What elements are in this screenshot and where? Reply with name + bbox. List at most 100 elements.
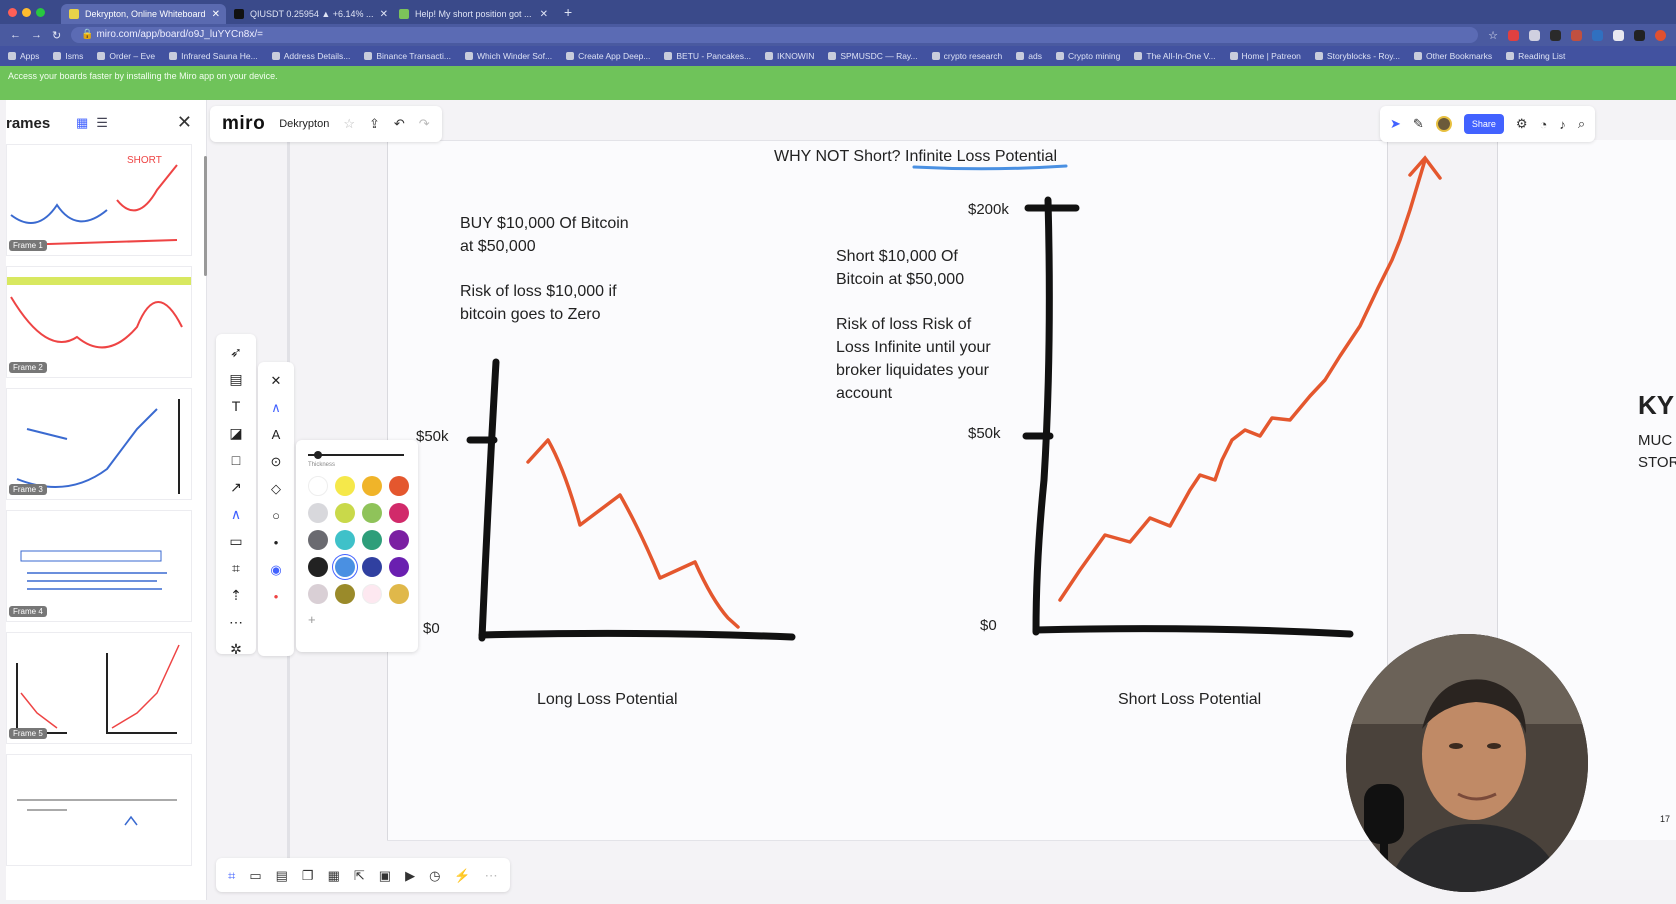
url-input[interactable]: 🔒 miro.com/app/board/o9J_luYYCn8x/= [71,27,1479,43]
color-swatch[interactable] [308,530,328,550]
bookmark-item[interactable]: IKNOWIN [765,51,814,61]
text-tool-icon[interactable]: T [232,398,241,415]
reactions-icon[interactable]: ✎ [1413,116,1424,132]
add-color-icon[interactable]: + [308,612,406,627]
extension-icon[interactable] [1571,29,1582,41]
upload-icon[interactable]: ⇪ [369,116,380,132]
browser-tab[interactable]: Dekrypton, Online Whiteboard ✕ [61,4,226,24]
extension-icon[interactable] [1550,29,1561,41]
more-tools-icon[interactable]: ⋯ [229,614,243,631]
color-swatch[interactable] [335,584,355,604]
more-options-icon[interactable]: ⋯ [485,867,498,884]
minimize-window-button[interactable] [22,7,31,17]
bookmark-item[interactable]: Reading List [1506,51,1565,61]
comment-tool-icon[interactable]: ▭ [229,533,242,550]
star-icon[interactable]: ☆ [343,116,355,132]
color-swatch[interactable] [389,530,409,550]
miro-logo[interactable]: miro [222,113,265,135]
bookmark-star-icon[interactable]: ☆ [1488,29,1498,42]
back-icon[interactable]: ← [10,29,21,41]
color-swatch[interactable] [308,584,328,604]
frame-thumbnail[interactable]: Frame 4 [6,510,192,622]
comments-icon[interactable]: ◔ [1540,117,1548,132]
color-swatch[interactable] [362,584,382,604]
close-panel-icon[interactable]: ✕ [177,112,192,133]
color-swatch[interactable] [362,530,382,550]
bookmark-item[interactable]: Home | Patreon [1230,51,1301,61]
thickness-slider[interactable] [308,451,404,459]
extension-icon[interactable] [1613,29,1624,41]
stroke-size-selected-icon[interactable]: ◉ [270,561,281,578]
bookmark-item[interactable]: BETU - Pancakes... [664,51,751,61]
user-avatar[interactable] [1435,116,1452,132]
color-swatch[interactable] [308,557,328,577]
color-swatch[interactable] [362,557,382,577]
select-cursor-icon[interactable]: ➶ [230,344,242,361]
reload-icon[interactable]: ↻ [52,29,61,42]
cards-icon[interactable]: ❐ [302,867,314,884]
close-tab-icon[interactable]: ✕ [540,9,548,20]
extension-icon[interactable] [1508,29,1519,41]
frame-thumbnail[interactable] [6,754,192,866]
close-tab-icon[interactable]: ✕ [212,9,220,20]
install-app-banner[interactable]: Access your boards faster by installing … [0,66,1676,100]
color-swatch[interactable] [335,503,355,523]
frame-thumbnail[interactable]: SHORT Frame 1 [6,144,192,256]
settings-sliders-icon[interactable]: ⚙ [1516,116,1528,132]
smart-draw-icon[interactable]: ⊙ [271,453,282,470]
grid-view-icon[interactable]: ▦ [76,115,88,131]
bookmark-item[interactable]: Create App Deep... [566,51,650,61]
color-swatch[interactable] [308,476,328,496]
bookmark-item[interactable]: Which Winder Sof... [465,51,552,61]
color-swatch[interactable] [335,557,355,577]
share-button[interactable]: Share [1463,114,1504,134]
bookmark-item[interactable]: Other Bookmarks [1414,51,1492,61]
frame-thumbnail[interactable]: Frame 3 [6,388,192,500]
maximize-window-button[interactable] [36,7,45,17]
new-tab-button[interactable]: + [564,4,572,20]
marker-icon[interactable]: A [272,426,281,443]
notifications-bell-icon[interactable]: ♪ [1559,117,1566,132]
list-view-icon[interactable]: ☰ [96,115,108,131]
undo-icon[interactable]: ↶ [394,116,405,132]
comments-panel-icon[interactable]: ▭ [249,867,261,884]
bookmark-item[interactable]: Infrared Sauna He... [169,51,258,61]
chat-icon[interactable]: ▤ [276,867,288,884]
frame-thumbnail[interactable]: Frame 5 [6,632,192,744]
bookmark-item[interactable]: Order – Eve [97,51,155,61]
frame-tool-icon[interactable]: ⌗ [232,560,240,577]
voting-icon[interactable]: ⚡ [454,867,470,884]
slider-knob[interactable] [314,451,322,459]
color-swatch[interactable] [362,503,382,523]
browser-tab[interactable]: Help! My short position got ... ✕ [391,4,556,24]
bookmark-item[interactable]: Apps [8,51,39,61]
timer-icon[interactable]: ◷ [429,867,440,884]
extension-icon[interactable] [1592,29,1603,41]
panel-scrollbar[interactable] [204,156,207,276]
stroke-size-small-icon[interactable]: • [274,534,279,551]
long-chart-caption[interactable]: Long Loss Potential [537,688,678,711]
extension-icon[interactable] [1634,29,1645,41]
upload-tool-icon[interactable]: ⇡ [230,587,242,604]
color-swatch[interactable] [308,503,328,523]
bookmark-item[interactable]: Binance Transacti... [364,51,451,61]
close-tab-icon[interactable]: ✕ [380,9,388,20]
short-chart-caption[interactable]: Short Loss Potential [1118,688,1261,711]
share-screen-icon[interactable]: ⇱ [354,867,365,884]
eraser-icon[interactable]: ◇ [271,480,281,497]
bookmark-item[interactable]: Address Details... [272,51,351,61]
redo-icon[interactable]: ↷ [419,116,430,132]
profile-avatar[interactable] [1655,29,1666,41]
bookmark-item[interactable]: SPMUSDC — Ray... [828,51,917,61]
cursor-flag-icon[interactable]: ➤ [1390,116,1401,132]
board-name[interactable]: Dekrypton [279,118,329,130]
sticky-note-icon[interactable]: ◪ [229,425,242,442]
frame-thumbnail[interactable]: Frame 2 [6,266,192,378]
video-call-icon[interactable]: ▶ [405,867,415,884]
color-swatch[interactable] [389,584,409,604]
bookmark-item[interactable]: Isms [53,51,83,61]
forward-icon[interactable]: → [31,29,42,41]
color-swatch[interactable] [389,503,409,523]
color-swatch[interactable] [362,476,382,496]
presentation-icon[interactable]: ▣ [379,867,391,884]
